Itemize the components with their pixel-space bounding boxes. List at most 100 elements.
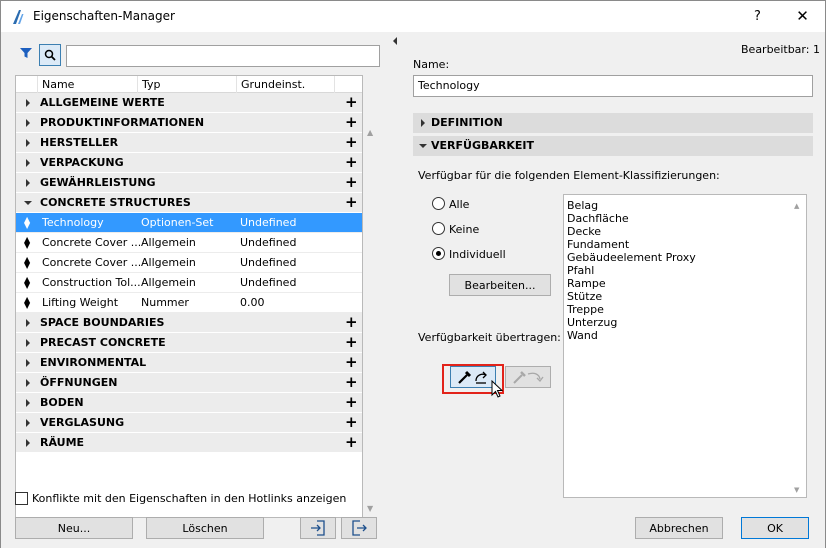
expand-arrow-icon[interactable]: [26, 119, 30, 127]
export-button[interactable]: [341, 517, 377, 539]
classification-list[interactable]: Belag Dachfläche Decke Fundament Gebäudeelem…: [563, 194, 807, 498]
radio-none[interactable]: [432, 222, 445, 235]
expand-arrow-icon[interactable]: [26, 339, 30, 347]
add-property-icon[interactable]: +: [345, 335, 358, 350]
table-row[interactable]: ▲ ▼ Technology Optionen-Set Undefined: [16, 213, 362, 233]
column-header-name[interactable]: Name: [38, 76, 138, 93]
list-item[interactable]: Pfahl: [567, 264, 803, 277]
list-item[interactable]: Decke: [567, 225, 803, 238]
expand-arrow-icon[interactable]: [26, 159, 30, 167]
list-item[interactable]: Treppe: [567, 303, 803, 316]
add-property-icon[interactable]: +: [345, 375, 358, 390]
name-field[interactable]: Technology: [413, 75, 813, 97]
list-item[interactable]: Wand: [567, 329, 803, 342]
table-row-group[interactable]: VERPACKUNG +: [16, 153, 362, 173]
table-row-group[interactable]: CONCRETE STRUCTURES +: [16, 193, 362, 213]
list-scroll-down-icon[interactable]: ▼: [794, 486, 799, 494]
list-item[interactable]: Fundament: [567, 238, 803, 251]
properties-manager-window: Eigenschaften-Manager ? ✕ Name Typ Grund…: [0, 0, 826, 548]
ok-button[interactable]: OK: [741, 517, 809, 539]
property-name: Concrete Cover ...: [42, 236, 140, 249]
drag-handle-icon[interactable]: ▲ ▼: [24, 296, 30, 310]
table-row-group[interactable]: BODEN +: [16, 393, 362, 413]
column-header-default[interactable]: Grundeinst.: [237, 76, 335, 93]
add-property-icon[interactable]: +: [345, 435, 358, 450]
list-item[interactable]: Dachfläche: [567, 212, 803, 225]
search-button[interactable]: [39, 44, 61, 66]
expand-arrow-icon[interactable]: [26, 439, 30, 447]
table-row-group[interactable]: PRODUKTINFORMATIONEN +: [16, 113, 362, 133]
list-item[interactable]: Gebäudeelement Proxy: [567, 251, 803, 264]
table-row-group[interactable]: GEWÄHRLEISTUNG +: [16, 173, 362, 193]
group-label: ALLGEMEINE WERTE: [40, 96, 165, 109]
expand-arrow-icon[interactable]: [26, 379, 30, 387]
drag-handle-icon[interactable]: ▲ ▼: [24, 216, 30, 230]
inject-availability-button[interactable]: [505, 366, 551, 388]
add-property-icon[interactable]: +: [345, 415, 358, 430]
radio-all[interactable]: [432, 197, 445, 210]
group-label: GEWÄHRLEISTUNG: [40, 176, 156, 189]
drag-handle-icon[interactable]: ▲ ▼: [24, 276, 30, 290]
expand-arrow-icon[interactable]: [26, 99, 30, 107]
radio-custom[interactable]: [432, 247, 445, 260]
list-item[interactable]: Rampe: [567, 277, 803, 290]
delete-button[interactable]: Löschen: [146, 517, 264, 539]
expand-arrow-icon[interactable]: [26, 399, 30, 407]
pane-splitter[interactable]: [391, 32, 399, 548]
add-property-icon[interactable]: +: [345, 135, 358, 150]
table-row-group[interactable]: SPACE BOUNDARIES +: [16, 313, 362, 333]
hotlinks-conflict-label: Konflikte mit den Eigenschaften in den H…: [32, 492, 347, 505]
column-header-type[interactable]: Typ: [138, 76, 237, 93]
table-row-group[interactable]: HERSTELLER +: [16, 133, 362, 153]
table-row[interactable]: ▲ ▼ Construction Tol... Allgemein Undefined: [16, 273, 362, 293]
add-property-icon[interactable]: +: [345, 175, 358, 190]
table-row[interactable]: ▲ ▼ Lifting Weight Nummer 0.00: [16, 293, 362, 313]
import-button[interactable]: [300, 517, 336, 539]
column-header-add: [335, 76, 362, 93]
definition-section-header[interactable]: DEFINITION: [413, 113, 813, 133]
table-row-group[interactable]: VERGLASUNG +: [16, 413, 362, 433]
add-property-icon[interactable]: +: [345, 155, 358, 170]
add-property-icon[interactable]: +: [345, 395, 358, 410]
group-label: RÄUME: [40, 436, 85, 449]
search-input[interactable]: [66, 45, 380, 67]
table-row-group[interactable]: RÄUME +: [16, 433, 362, 453]
add-property-icon[interactable]: +: [345, 195, 358, 210]
table-row-group[interactable]: ALLGEMEINE WERTE +: [16, 93, 362, 113]
add-property-icon[interactable]: +: [345, 355, 358, 370]
table-row-group[interactable]: PRECAST CONCRETE +: [16, 333, 362, 353]
expand-arrow-icon[interactable]: [26, 359, 30, 367]
add-property-icon[interactable]: +: [345, 315, 358, 330]
scroll-up-icon[interactable]: ▲: [367, 128, 373, 137]
new-button[interactable]: Neu...: [15, 517, 133, 539]
list-scroll-up-icon[interactable]: ▲: [794, 202, 799, 210]
cancel-button[interactable]: Abbrechen: [635, 517, 723, 539]
mouse-cursor-icon: [491, 380, 503, 398]
list-item[interactable]: Belag: [567, 199, 803, 212]
expand-arrow-icon[interactable]: [26, 319, 30, 327]
close-button[interactable]: ✕: [780, 1, 825, 31]
add-property-icon[interactable]: +: [345, 95, 358, 110]
table-row[interactable]: ▲ ▼ Concrete Cover ... Allgemein Undefined: [16, 253, 362, 273]
table-row-group[interactable]: ENVIRONMENTAL +: [16, 353, 362, 373]
list-item[interactable]: Stütze: [567, 290, 803, 303]
collapse-left-arrow-icon[interactable]: [393, 37, 397, 45]
collapse-arrow-icon[interactable]: [24, 201, 32, 205]
help-button[interactable]: ?: [735, 1, 780, 31]
table-row-group[interactable]: ÖFFNUNGEN +: [16, 373, 362, 393]
expand-arrow-icon[interactable]: [26, 139, 30, 147]
add-property-icon[interactable]: +: [345, 115, 358, 130]
expand-arrow-icon: [421, 119, 425, 127]
drag-handle-icon[interactable]: ▲ ▼: [24, 256, 30, 270]
expand-arrow-icon[interactable]: [26, 179, 30, 187]
list-item[interactable]: Unterzug: [567, 316, 803, 329]
table-row[interactable]: ▲ ▼ Concrete Cover ... Allgemein Undefined: [16, 233, 362, 253]
drag-handle-icon[interactable]: ▲ ▼: [24, 236, 30, 250]
hotlinks-conflict-checkbox[interactable]: [15, 492, 28, 505]
scroll-down-icon[interactable]: ▼: [367, 504, 373, 513]
filter-icon[interactable]: [19, 46, 33, 60]
expand-arrow-icon[interactable]: [26, 419, 30, 427]
availability-section-header[interactable]: VERFÜGBARKEIT: [413, 136, 813, 156]
group-label: VERPACKUNG: [40, 156, 124, 169]
edit-button[interactable]: Bearbeiten...: [449, 274, 551, 296]
